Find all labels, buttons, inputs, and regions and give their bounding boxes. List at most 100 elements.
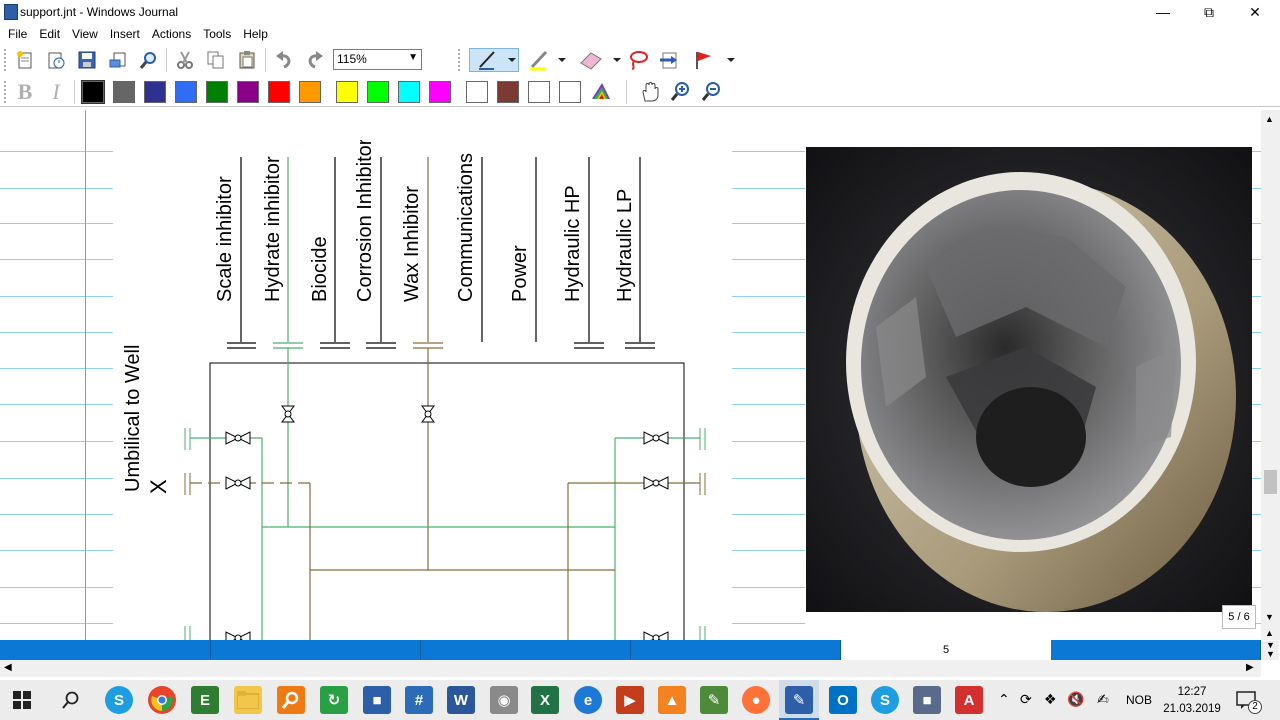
close-button[interactable]: ✕ (1232, 0, 1278, 24)
excel-icon[interactable]: X (531, 686, 559, 714)
skype-business-icon[interactable]: S (871, 686, 899, 714)
redo-icon[interactable] (303, 48, 327, 72)
send-email-icon[interactable] (106, 48, 130, 72)
menu-tools[interactable]: Tools (199, 24, 235, 43)
insert-space-icon[interactable] (657, 48, 681, 72)
disk-icon[interactable]: ■ (913, 686, 941, 714)
page-tab[interactable] (421, 640, 631, 660)
color-swatch[interactable] (528, 81, 550, 103)
clock[interactable]: 12:27 21.03.2019 (1163, 684, 1221, 718)
reader-icon[interactable]: ▶ (616, 686, 644, 714)
page-tab[interactable] (211, 640, 421, 660)
dropbox-icon[interactable]: ❖ (1044, 691, 1057, 708)
language-indicator[interactable]: NOB (1126, 693, 1152, 707)
save-icon[interactable] (75, 48, 99, 72)
color-swatch[interactable] (144, 81, 166, 103)
edge-icon[interactable]: e (574, 686, 602, 714)
pen-color-palette-icon[interactable] (589, 80, 613, 104)
menu-edit[interactable]: Edit (35, 24, 64, 43)
highlighter-tool-button[interactable] (526, 48, 566, 72)
word-icon[interactable]: W (447, 686, 475, 714)
color-swatch[interactable] (206, 81, 228, 103)
evernote-icon[interactable]: E (191, 686, 219, 714)
menu-file[interactable]: File (4, 24, 31, 43)
minimize-button[interactable]: — (1140, 0, 1186, 24)
journal-icon[interactable]: ✎ (785, 686, 813, 714)
color-swatch[interactable] (81, 80, 105, 104)
firefox-icon[interactable]: ● (742, 686, 770, 714)
bold-button[interactable]: B (13, 79, 37, 104)
scroll-left-icon[interactable]: ◀ (4, 662, 12, 673)
copy-icon[interactable] (204, 48, 228, 72)
menu-help[interactable]: Help (239, 24, 272, 43)
chrome-icon[interactable] (148, 686, 176, 714)
flag-tool-button[interactable] (691, 48, 735, 72)
start-windows-icon[interactable] (8, 686, 36, 714)
zoom-select[interactable]: 115% ▼ (333, 49, 422, 70)
toolbar-grip[interactable] (4, 81, 7, 103)
search-app-icon[interactable] (277, 686, 305, 714)
pan-hand-icon[interactable] (638, 80, 662, 104)
cut-icon[interactable] (173, 48, 197, 72)
lasso-select-icon[interactable] (626, 48, 650, 72)
color-swatch[interactable] (299, 81, 321, 103)
pen-tool-button[interactable] (469, 48, 519, 72)
color-swatch[interactable] (175, 81, 197, 103)
color-swatch[interactable] (336, 81, 358, 103)
zoom-out-icon[interactable] (700, 80, 724, 104)
vertical-scrollbar[interactable]: ▲ ▼ ▲ (1261, 110, 1280, 640)
scroll-thumb[interactable] (1264, 470, 1277, 494)
open-note-icon[interactable] (44, 48, 68, 72)
ruled-line (732, 550, 805, 551)
acrobat-icon[interactable]: A (955, 686, 983, 714)
color-swatch[interactable] (466, 81, 488, 103)
italic-button[interactable]: I (44, 79, 68, 104)
network-icon[interactable]: ⟳ (1020, 691, 1032, 708)
zoom-in-icon[interactable] (669, 80, 693, 104)
find-icon[interactable] (137, 48, 161, 72)
sketch-icon[interactable]: ✎ (700, 686, 728, 714)
current-page-tab[interactable]: 5 (841, 640, 1051, 660)
color-swatch[interactable] (113, 81, 135, 103)
scroll-right-icon[interactable]: ▶ (1246, 662, 1254, 673)
page-tab[interactable] (0, 640, 211, 660)
toolbar-grip[interactable] (4, 49, 7, 71)
color-swatch[interactable] (559, 81, 581, 103)
sync-icon[interactable]: ↻ (320, 686, 348, 714)
vlc-icon[interactable]: ▲ (658, 686, 686, 714)
calculator-icon[interactable]: # (405, 686, 433, 714)
scroll-down-icon[interactable]: ▼ (1265, 612, 1274, 622)
search-icon[interactable] (57, 686, 85, 714)
pen-icon[interactable]: ✍ (1097, 691, 1109, 708)
color-swatch[interactable] (268, 81, 290, 103)
chevron-up-icon[interactable]: ⌃ (998, 691, 1010, 708)
outlook-icon[interactable]: O (829, 686, 857, 714)
menu-actions[interactable]: Actions (148, 24, 195, 43)
blocked-pipe-photo[interactable] (806, 147, 1252, 612)
scroll-up-icon[interactable]: ▲ (1265, 114, 1274, 124)
note-page[interactable]: Scale inhibitor Hydrate inhibitor Biocid… (0, 110, 1261, 640)
new-note-icon[interactable] (13, 48, 37, 72)
previous-page-icon[interactable]: ▲ (1265, 628, 1274, 638)
app-icon[interactable]: ◉ (490, 686, 518, 714)
color-swatch[interactable] (398, 81, 420, 103)
eraser-tool-button[interactable] (577, 48, 621, 72)
horizontal-scrollbar[interactable]: ◀ ▶ (0, 660, 1261, 677)
volume-muted-icon[interactable]: 🔇 (1067, 691, 1084, 708)
undo-icon[interactable] (272, 48, 296, 72)
save-app-icon[interactable]: ■ (363, 686, 391, 714)
color-swatch[interactable] (429, 81, 451, 103)
next-page-icon[interactable]: ▼ ▼ (1262, 641, 1279, 660)
paste-icon[interactable] (235, 48, 259, 72)
skype-icon[interactable]: S (105, 686, 133, 714)
menu-insert[interactable]: Insert (106, 24, 144, 43)
page-tab[interactable] (631, 640, 841, 660)
color-swatch[interactable] (367, 81, 389, 103)
toolbar-grip[interactable] (458, 49, 461, 71)
file-explorer-icon[interactable] (234, 686, 262, 714)
color-swatch[interactable] (497, 81, 519, 103)
page-tab[interactable] (1051, 640, 1261, 660)
color-swatch[interactable] (237, 81, 259, 103)
maximize-button[interactable]: ⧉ (1186, 0, 1232, 24)
menu-view[interactable]: View (68, 24, 102, 43)
